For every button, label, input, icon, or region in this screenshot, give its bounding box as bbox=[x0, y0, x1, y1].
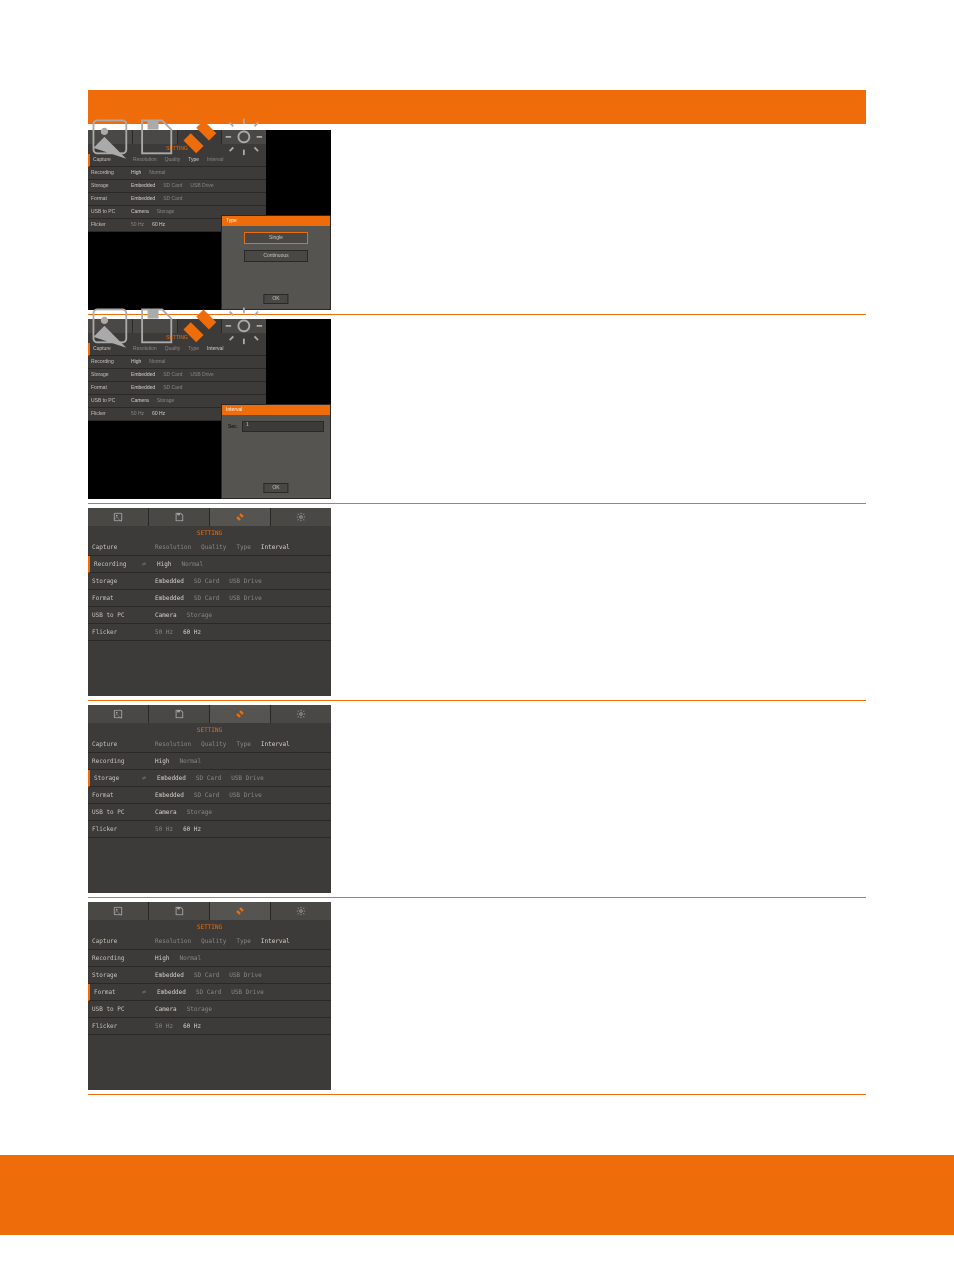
row-usbtopc[interactable]: USB to PC Camera Storage bbox=[88, 607, 331, 624]
tab-gear-icon[interactable] bbox=[222, 319, 266, 333]
row-recording[interactable]: Recording High Normal bbox=[88, 950, 331, 967]
enter-arrow-icon: ⏎ bbox=[142, 561, 152, 568]
dialog-title: Interval bbox=[222, 405, 330, 415]
row-storage[interactable]: Storage Embedded SD Card USB Drive bbox=[88, 369, 266, 382]
dialog-type: Type Single Continuous OK bbox=[221, 215, 331, 310]
section-format: SETTING Capture Resolution Quality Type … bbox=[88, 902, 866, 1095]
enter-arrow-icon: ⏎ bbox=[142, 775, 152, 782]
row-flicker[interactable]: Flicker 50 Hz 60 Hz bbox=[88, 821, 331, 838]
screenshot-recording: SETTING Capture Resolution Quality Type … bbox=[88, 508, 331, 696]
row-format[interactable]: Format Embedded SD Card bbox=[88, 193, 266, 206]
row-usbtopc[interactable]: USB to PC Camera Storage bbox=[88, 1001, 331, 1018]
screenshot-format: SETTING Capture Resolution Quality Type … bbox=[88, 902, 331, 1090]
tab-image-icon[interactable] bbox=[88, 319, 133, 333]
row-format[interactable]: Format Embedded SD Card USB Drive bbox=[88, 787, 331, 804]
section-interval: SETTING Capture Resolution Quality Type … bbox=[88, 319, 866, 504]
panel-title: SETTING bbox=[88, 526, 331, 539]
row-capture[interactable]: Capture Resolution Quality Type Interval bbox=[88, 539, 331, 556]
row-capture[interactable]: Capture Resolution Quality Type Interval bbox=[88, 736, 331, 753]
row-capture[interactable]: Capture Resolution Quality Type Interval bbox=[88, 933, 331, 950]
option-single[interactable]: Single bbox=[244, 232, 308, 244]
dialog-interval: Interval Sec. 1 OK bbox=[221, 404, 331, 499]
panel-title: SETTING bbox=[88, 723, 331, 736]
tab-image-icon[interactable] bbox=[88, 130, 133, 144]
row-usbtopc[interactable]: USB to PC Camera Storage bbox=[88, 804, 331, 821]
section-type: SETTING Capture Resolution Quality Type … bbox=[88, 130, 866, 315]
input-label: Sec. bbox=[228, 424, 238, 430]
screenshot-storage: SETTING Capture Resolution Quality Type … bbox=[88, 705, 331, 893]
tab-save-icon[interactable] bbox=[133, 130, 178, 144]
screenshot-type: SETTING Capture Resolution Quality Type … bbox=[88, 130, 331, 310]
row-storage[interactable]: Storage Embedded SD Card USB Drive bbox=[88, 967, 331, 984]
tab-gear-icon[interactable] bbox=[271, 705, 331, 723]
section-storage: SETTING Capture Resolution Quality Type … bbox=[88, 705, 866, 898]
dialog-ok-button[interactable]: OK bbox=[263, 294, 288, 304]
row-format[interactable]: Format Embedded SD Card USB Drive bbox=[88, 590, 331, 607]
tab-save-icon[interactable] bbox=[149, 508, 210, 526]
tab-image-icon[interactable] bbox=[88, 902, 149, 920]
footer-band bbox=[0, 1155, 954, 1235]
panel-title: SETTING bbox=[88, 920, 331, 933]
tab-tools-icon[interactable] bbox=[210, 705, 271, 723]
row-storage[interactable]: Storage ⏎ Embedded SD Card USB Drive bbox=[88, 770, 331, 787]
dialog-title: Type bbox=[222, 216, 330, 226]
row-format[interactable]: Format Embedded SD Card bbox=[88, 382, 266, 395]
option-continuous[interactable]: Continuous bbox=[244, 250, 308, 262]
tab-save-icon[interactable] bbox=[133, 319, 178, 333]
row-recording[interactable]: Recording ⏎ High Normal bbox=[88, 556, 331, 573]
tab-gear-icon[interactable] bbox=[271, 902, 331, 920]
row-flicker[interactable]: Flicker 50 Hz 60 Hz bbox=[88, 624, 331, 641]
tab-tools-icon[interactable] bbox=[210, 508, 271, 526]
row-storage[interactable]: Storage Embedded SD Card USB Drive bbox=[88, 573, 331, 590]
row-recording[interactable]: Recording High Normal bbox=[88, 753, 331, 770]
tab-tools-icon[interactable] bbox=[178, 319, 223, 333]
screenshot-interval: SETTING Capture Resolution Quality Type … bbox=[88, 319, 331, 499]
row-recording[interactable]: Recording High Normal bbox=[88, 356, 266, 369]
tab-save-icon[interactable] bbox=[149, 902, 210, 920]
row-storage[interactable]: Storage Embedded SD Card USB Drive bbox=[88, 180, 266, 193]
row-flicker[interactable]: Flicker 50 Hz 60 Hz bbox=[88, 1018, 331, 1035]
tab-image-icon[interactable] bbox=[88, 705, 149, 723]
tab-save-icon[interactable] bbox=[149, 705, 210, 723]
row-format[interactable]: Format ⏎ Embedded SD Card USB Drive bbox=[88, 984, 331, 1001]
row-recording[interactable]: Recording High Normal bbox=[88, 167, 266, 180]
section-recording: SETTING Capture Resolution Quality Type … bbox=[88, 508, 866, 701]
interval-input[interactable]: 1 bbox=[242, 421, 324, 432]
tab-gear-icon[interactable] bbox=[271, 508, 331, 526]
tab-image-icon[interactable] bbox=[88, 508, 149, 526]
tab-tools-icon[interactable] bbox=[210, 902, 271, 920]
tab-gear-icon[interactable] bbox=[222, 130, 266, 144]
dialog-ok-button[interactable]: OK bbox=[263, 483, 288, 493]
tab-tools-icon[interactable] bbox=[178, 130, 223, 144]
enter-arrow-icon: ⏎ bbox=[142, 989, 152, 996]
